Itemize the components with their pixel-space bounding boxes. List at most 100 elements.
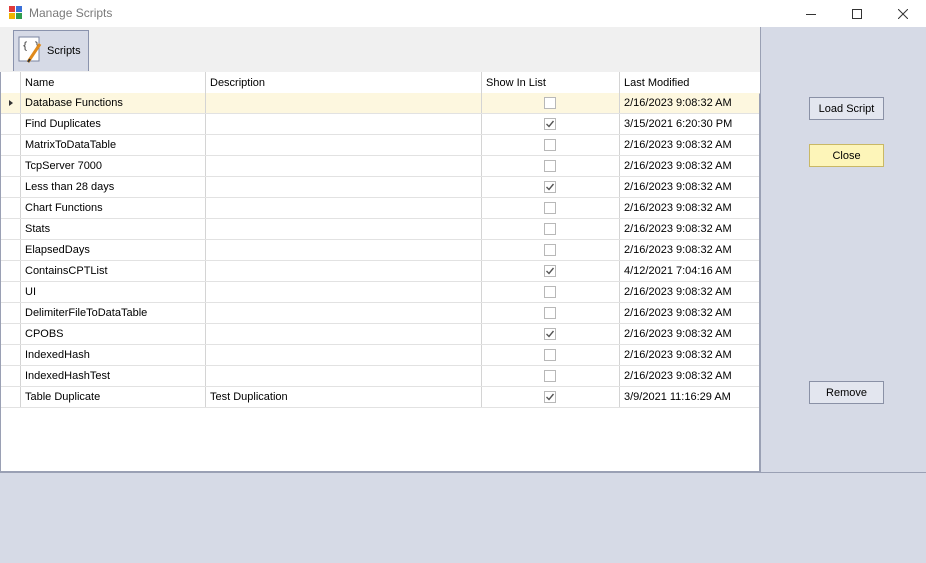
cell-name[interactable]: UI [21,282,206,302]
cell-description[interactable] [206,198,482,218]
show-in-list-checkbox[interactable] [543,307,556,319]
row-selector[interactable] [1,114,21,134]
cell-name[interactable]: Less than 28 days [21,177,206,197]
cell-last-modified[interactable]: 2/16/2023 9:08:32 AM [620,324,759,344]
cell-last-modified[interactable]: 2/16/2023 9:08:32 AM [620,366,759,386]
cell-description[interactable] [206,282,482,302]
cell-description[interactable] [206,345,482,365]
window-close-button[interactable] [880,0,926,27]
row-selector[interactable] [1,324,21,344]
table-row[interactable]: Less than 28 days 2/16/2023 9:08:32 AM [1,177,759,198]
cell-description[interactable] [206,135,482,155]
cell-last-modified[interactable]: 2/16/2023 9:08:32 AM [620,219,759,239]
cell-description[interactable] [206,177,482,197]
table-row[interactable]: Table Duplicate Test Duplication 3/9/2021 … [1,387,759,408]
table-row[interactable]: Find Duplicates 3/15/2021 6:20:30 PM [1,114,759,135]
cell-name[interactable]: ElapsedDays [21,240,206,260]
table-row[interactable]: MatrixToDataTable 2/16/2023 9:08:32 AM [1,135,759,156]
cell-name[interactable]: TcpServer 7000 [21,156,206,176]
header-description[interactable]: Description [206,72,482,93]
table-row[interactable]: Database Functions 2/16/2023 9:08:32 AM [1,93,759,114]
header-last-modified[interactable]: Last Modified [620,72,759,93]
cell-last-modified[interactable]: 2/16/2023 9:08:32 AM [620,282,759,302]
cell-name[interactable]: CPOBS [21,324,206,344]
table-row[interactable]: IndexedHash 2/16/2023 9:08:32 AM [1,345,759,366]
cell-description[interactable] [206,366,482,386]
row-selector[interactable] [1,156,21,176]
row-selector[interactable] [1,240,21,260]
table-row[interactable]: TcpServer 7000 2/16/2023 9:08:32 AM [1,156,759,177]
cell-description[interactable] [206,303,482,323]
header-show-in-list[interactable]: Show In List [482,72,620,93]
row-selector[interactable] [1,177,21,197]
row-selector[interactable] [1,135,21,155]
cell-last-modified[interactable]: 2/16/2023 9:08:32 AM [620,240,759,260]
table-row[interactable]: DelimiterFileToDataTable 2/16/2023 9:08:3… [1,303,759,324]
cell-last-modified[interactable]: 4/12/2021 7:04:16 AM [620,261,759,281]
show-in-list-checkbox[interactable] [543,181,556,193]
cell-last-modified[interactable]: 2/16/2023 9:08:32 AM [620,177,759,197]
show-in-list-checkbox[interactable] [543,244,556,256]
show-in-list-checkbox[interactable] [543,265,556,277]
cell-description[interactable] [206,261,482,281]
header-name[interactable]: Name [21,72,206,93]
cell-name[interactable]: Chart Functions [21,198,206,218]
row-selector[interactable] [1,366,21,386]
cell-name[interactable]: Stats [21,219,206,239]
cell-name[interactable]: DelimiterFileToDataTable [21,303,206,323]
row-selector[interactable] [1,93,21,113]
show-in-list-checkbox[interactable] [543,160,556,172]
table-row[interactable]: IndexedHashTest 2/16/2023 9:08:32 AM [1,366,759,387]
cell-name[interactable]: ContainsCPTList [21,261,206,281]
cell-last-modified[interactable]: 2/16/2023 9:08:32 AM [620,93,759,113]
close-button[interactable]: Close [809,144,884,167]
cell-last-modified[interactable]: 3/15/2021 6:20:30 PM [620,114,759,134]
row-selector[interactable] [1,219,21,239]
cell-last-modified[interactable]: 3/9/2021 11:16:29 AM [620,387,759,407]
table-row[interactable]: UI 2/16/2023 9:08:32 AM [1,282,759,303]
scripts-grid[interactable]: Name Description Show In List Last Modif… [0,72,760,472]
cell-description[interactable] [206,219,482,239]
table-row[interactable]: ContainsCPTList 4/12/2021 7:04:16 AM [1,261,759,282]
show-in-list-checkbox[interactable] [543,328,556,340]
cell-last-modified[interactable]: 2/16/2023 9:08:32 AM [620,345,759,365]
show-in-list-checkbox[interactable] [543,286,556,298]
show-in-list-checkbox[interactable] [543,349,556,361]
cell-description[interactable] [206,114,482,134]
cell-last-modified[interactable]: 2/16/2023 9:08:32 AM [620,303,759,323]
cell-description[interactable] [206,324,482,344]
minimize-button[interactable] [788,0,834,27]
cell-name[interactable]: IndexedHashTest [21,366,206,386]
row-selector[interactable] [1,261,21,281]
cell-name[interactable]: MatrixToDataTable [21,135,206,155]
show-in-list-checkbox[interactable] [543,223,556,235]
row-selector[interactable] [1,282,21,302]
show-in-list-checkbox[interactable] [543,118,556,130]
table-row[interactable]: Chart Functions 2/16/2023 9:08:32 AM [1,198,759,219]
cell-description[interactable] [206,156,482,176]
row-selector[interactable] [1,303,21,323]
table-row[interactable]: ElapsedDays 2/16/2023 9:08:32 AM [1,240,759,261]
cell-last-modified[interactable]: 2/16/2023 9:08:32 AM [620,135,759,155]
maximize-button[interactable] [834,0,880,27]
cell-description[interactable] [206,240,482,260]
table-row[interactable]: CPOBS 2/16/2023 9:08:32 AM [1,324,759,345]
show-in-list-checkbox[interactable] [543,391,556,403]
cell-last-modified[interactable]: 2/16/2023 9:08:32 AM [620,156,759,176]
tab-scripts[interactable]: { } Scripts [13,30,89,71]
cell-description[interactable]: Test Duplication [206,387,482,407]
show-in-list-checkbox[interactable] [543,202,556,214]
cell-name[interactable]: IndexedHash [21,345,206,365]
show-in-list-checkbox[interactable] [543,370,556,382]
show-in-list-checkbox[interactable] [543,139,556,151]
cell-name[interactable]: Find Duplicates [21,114,206,134]
cell-description[interactable] [206,93,482,113]
cell-last-modified[interactable]: 2/16/2023 9:08:32 AM [620,198,759,218]
show-in-list-checkbox[interactable] [543,97,556,109]
row-selector[interactable] [1,387,21,407]
load-script-button[interactable]: Load Script [809,97,884,120]
row-selector[interactable] [1,345,21,365]
table-row[interactable]: Stats 2/16/2023 9:08:32 AM [1,219,759,240]
row-selector[interactable] [1,198,21,218]
cell-name[interactable]: Database Functions [21,93,206,113]
